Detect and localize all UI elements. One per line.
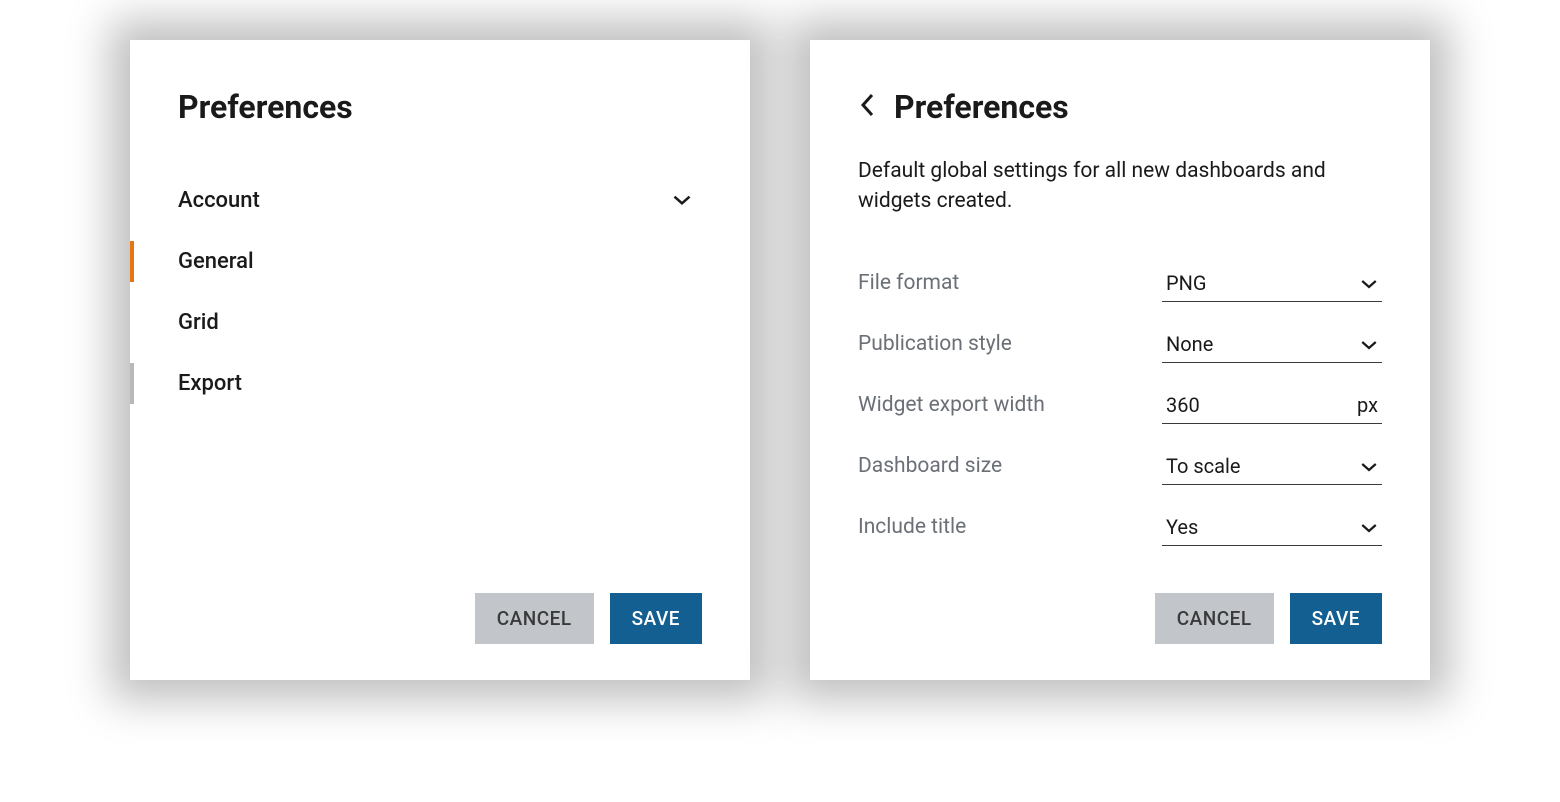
include-title-select[interactable]: Yes [1162, 509, 1382, 546]
chevron-down-icon [1360, 454, 1378, 478]
chevron-down-icon [1360, 271, 1378, 295]
nav-item-grid[interactable]: Grid [130, 292, 702, 353]
cancel-button[interactable]: CANCEL [1155, 593, 1274, 644]
chevron-down-icon [1360, 332, 1378, 356]
chevron-down-icon [1360, 515, 1378, 539]
dashboard-size-select[interactable]: To scale [1162, 448, 1382, 485]
chevron-down-icon [672, 188, 692, 213]
select-value: None [1166, 332, 1213, 356]
input-value: 360 [1166, 393, 1200, 417]
setting-include-title: Include title Yes [858, 509, 1382, 546]
save-button[interactable]: SAVE [1290, 593, 1382, 644]
publication-style-select[interactable]: None [1162, 326, 1382, 363]
setting-file-format: File format PNG [858, 265, 1382, 302]
page-title: Preferences [894, 88, 1069, 126]
select-value: To scale [1166, 454, 1240, 478]
cancel-button[interactable]: CANCEL [475, 593, 594, 644]
settings-list: File format PNG Publication style None [858, 265, 1382, 546]
preferences-panel-left: Preferences Account General Grid Export … [130, 40, 750, 680]
preferences-panel-right: Preferences Default global settings for … [810, 40, 1430, 680]
widget-export-width-input[interactable]: 360 px [1162, 387, 1382, 424]
select-value: PNG [1166, 271, 1207, 295]
unit-suffix: px [1357, 393, 1378, 417]
nav-item-label: Grid [178, 310, 219, 335]
setting-publication-style: Publication style None [858, 326, 1382, 363]
nav-item-label: General [178, 249, 254, 274]
file-format-select[interactable]: PNG [1162, 265, 1382, 302]
select-value: Yes [1166, 515, 1198, 539]
setting-label: Publication style [858, 332, 1012, 356]
nav-list: Account General Grid Export [130, 170, 702, 414]
description-text: Default global settings for all new dash… [858, 156, 1382, 217]
setting-label: File format [858, 271, 959, 295]
save-button[interactable]: SAVE [610, 593, 702, 644]
setting-label: Widget export width [858, 393, 1045, 417]
nav-item-export[interactable]: Export [130, 353, 702, 414]
setting-label: Include title [858, 515, 966, 539]
nav-indicator [130, 241, 134, 282]
setting-dashboard-size: Dashboard size To scale [858, 448, 1382, 485]
nav-item-label: Export [178, 371, 242, 396]
nav-indicator [130, 363, 134, 404]
nav-item-label: Account [178, 188, 260, 213]
setting-label: Dashboard size [858, 454, 1002, 478]
button-row: CANCEL SAVE [858, 593, 1382, 644]
back-icon[interactable] [858, 92, 876, 122]
button-row: CANCEL SAVE [178, 593, 702, 644]
setting-widget-export-width: Widget export width 360 px [858, 387, 1382, 424]
nav-item-account[interactable]: Account [130, 170, 702, 231]
page-title: Preferences [178, 88, 702, 126]
nav-item-general[interactable]: General [130, 231, 702, 292]
panel-header: Preferences [858, 88, 1382, 126]
